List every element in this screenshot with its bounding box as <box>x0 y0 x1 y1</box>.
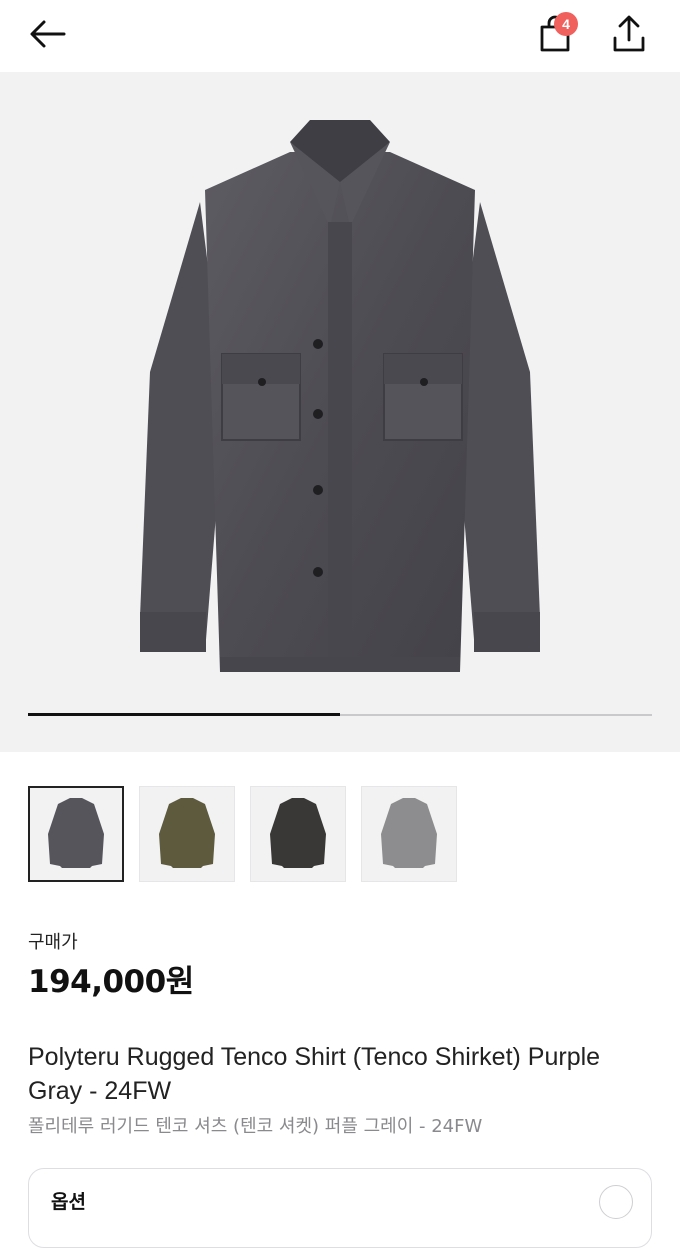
share-button[interactable] <box>602 10 656 58</box>
product-image-gallery[interactable] <box>0 72 680 752</box>
share-icon <box>613 15 645 52</box>
gallery-progress-fill <box>28 713 340 716</box>
product-image <box>140 120 540 672</box>
option-label: 옵션 <box>51 1191 86 1213</box>
thumbnail-shirt-image <box>270 798 326 868</box>
arrow-left-icon <box>30 20 66 48</box>
thumbnail-strip <box>28 786 457 884</box>
thumbnail-shirt-image <box>48 798 104 868</box>
thumbnail-purple-gray[interactable] <box>28 786 124 882</box>
price-value: 194,000원 <box>28 964 194 1000</box>
thumbnail-shirt-image <box>381 798 437 868</box>
thumbnail-shirt-image <box>159 798 215 868</box>
option-toggle-icon <box>599 1185 633 1219</box>
product-title-english: Polyteru Rugged Tenco Shirt (Tenco Shirk… <box>28 1043 601 1105</box>
gallery-progress-bar <box>28 713 652 716</box>
cart-count-badge: 4 <box>554 12 578 36</box>
thumbnail-light-gray[interactable] <box>361 786 457 882</box>
thumbnail-olive[interactable] <box>139 786 235 882</box>
top-bar: 4 <box>0 0 680 72</box>
thumbnail-black[interactable] <box>250 786 346 882</box>
cart-button[interactable]: 4 <box>530 10 580 58</box>
option-selector[interactable]: 옵션 <box>28 1168 652 1248</box>
price-label: 구매가 <box>28 932 78 953</box>
back-button[interactable] <box>22 12 74 56</box>
product-title-korean: 폴리테루 러기드 텐코 셔츠 (텐코 셔켓) 퍼플 그레이 - 24FW <box>28 1116 483 1137</box>
